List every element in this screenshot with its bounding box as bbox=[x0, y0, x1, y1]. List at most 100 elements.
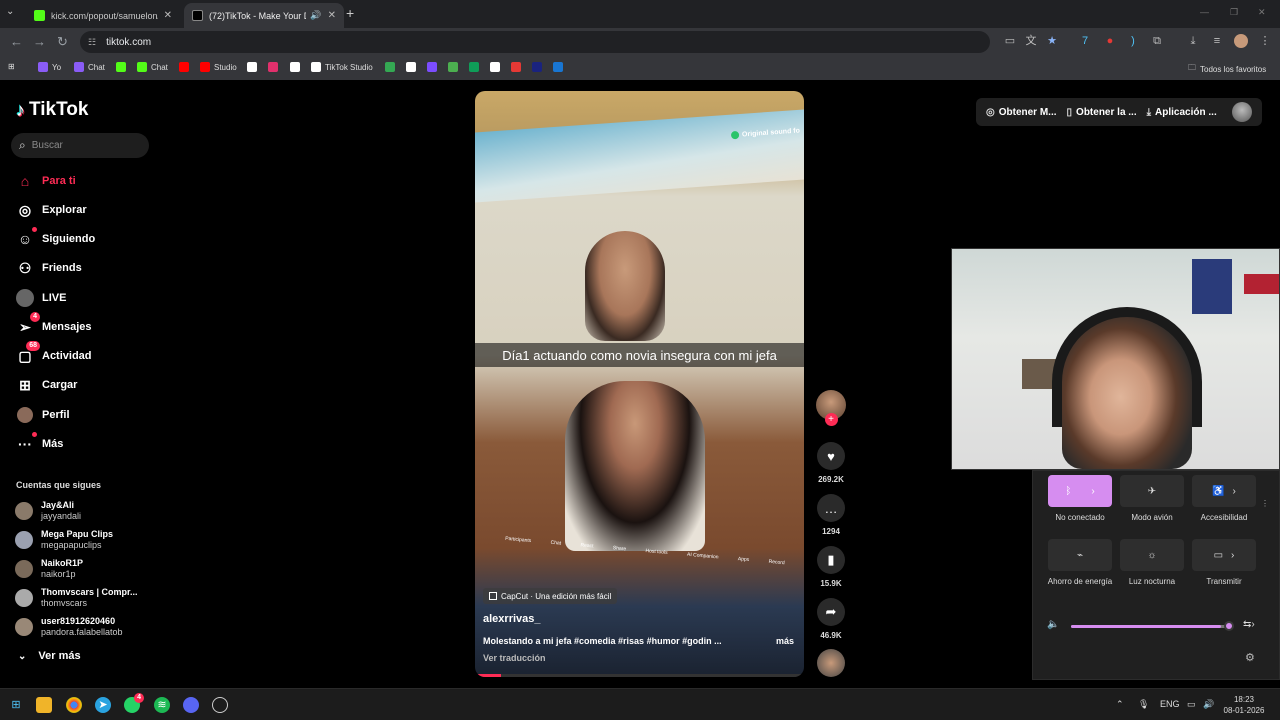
audio-output-icon[interactable]: ⇆› bbox=[1243, 619, 1255, 630]
bookmark-item[interactable]: Studio bbox=[200, 62, 237, 72]
speaker-icon[interactable]: 🔈 bbox=[1047, 619, 1059, 630]
system-clock[interactable]: 18:23 08-01-2026 bbox=[1222, 694, 1266, 716]
bookmark-item[interactable] bbox=[490, 62, 504, 72]
bookmark-item[interactable] bbox=[179, 62, 193, 72]
file-explorer-icon[interactable] bbox=[36, 697, 52, 713]
comment-button[interactable]: … 1294 bbox=[815, 494, 847, 536]
bookmark-item[interactable]: Chat bbox=[137, 62, 168, 72]
discord-icon[interactable] bbox=[183, 697, 199, 713]
tab-close-icon[interactable]: ✕ bbox=[328, 10, 336, 21]
video-progress-bar[interactable] bbox=[475, 674, 804, 677]
chevron-right-icon[interactable]: › bbox=[1091, 486, 1094, 497]
new-tab-button[interactable]: + bbox=[346, 5, 354, 21]
followed-account[interactable]: NaikoR1P naikor1p bbox=[15, 556, 83, 582]
nav-live[interactable]: LIVE bbox=[15, 288, 66, 308]
battery-saver-tile[interactable]: ⌁ bbox=[1048, 539, 1112, 571]
bookmark-item[interactable]: Yo bbox=[38, 62, 61, 72]
forward-icon[interactable]: → bbox=[33, 34, 46, 49]
video-player[interactable]: Original sound fo Día1 actuando como nov… bbox=[475, 91, 804, 677]
nav-messages[interactable]: ➢ 4 Mensajes bbox=[15, 312, 92, 337]
nav-activity[interactable]: ▢ 68 Actividad bbox=[15, 341, 92, 366]
save-button[interactable]: ▮ 15.9K bbox=[815, 546, 847, 588]
extensions-puzzle-icon[interactable]: ⧉ bbox=[1150, 34, 1164, 48]
nav-friends[interactable]: ⚇ Friends bbox=[15, 258, 82, 278]
like-button[interactable]: ♥ 269.2K bbox=[815, 442, 847, 484]
bookmark-item[interactable] bbox=[385, 62, 399, 72]
obs-icon[interactable] bbox=[212, 697, 228, 713]
airplane-mode-tile[interactable]: ✈ bbox=[1120, 475, 1184, 507]
see-more-button[interactable]: ⌄ Ver más bbox=[18, 650, 81, 662]
more-button[interactable]: más bbox=[776, 636, 794, 646]
bookmark-item[interactable] bbox=[406, 62, 420, 72]
bookmark-item[interactable] bbox=[116, 62, 130, 72]
nav-for-you[interactable]: ⌂ Para ti bbox=[15, 171, 76, 191]
volume-slider[interactable] bbox=[1071, 625, 1229, 628]
whatsapp-icon[interactable]: 4 bbox=[124, 693, 144, 713]
bookmark-item[interactable] bbox=[532, 62, 546, 72]
see-translation-button[interactable]: Ver traducción bbox=[483, 653, 546, 663]
profile-avatar-icon[interactable] bbox=[1234, 34, 1248, 48]
desktop-app-button[interactable]: ⤓ Aplicación ... bbox=[1147, 107, 1217, 118]
close-window-icon[interactable]: ✕ bbox=[1258, 7, 1266, 18]
translate-icon[interactable]: 文 bbox=[1024, 34, 1038, 48]
language-indicator[interactable]: ENG bbox=[1160, 699, 1180, 709]
settings-gear-icon[interactable]: ⚙ bbox=[1245, 651, 1255, 664]
bookmark-item[interactable]: TikTok Studio bbox=[311, 62, 373, 72]
nav-more[interactable]: ··· Más bbox=[15, 432, 63, 454]
start-windows-icon[interactable]: ⊞ bbox=[8, 697, 24, 713]
followed-account[interactable]: Jay&Ali jayyandali bbox=[15, 498, 81, 524]
extension-icon[interactable]: ) bbox=[1126, 34, 1140, 48]
chevron-right-icon[interactable]: › bbox=[1231, 550, 1234, 561]
volume-knob[interactable] bbox=[1224, 621, 1234, 631]
nav-following[interactable]: ☺ Siguiendo bbox=[15, 227, 95, 249]
bookmark-item[interactable] bbox=[290, 62, 304, 72]
tab-kick[interactable]: kick.com/popout/samuelon/ch ✕ bbox=[26, 3, 180, 28]
tab-tiktok[interactable]: (72)TikTok - Make Your Day 🔊 ✕ bbox=[184, 3, 344, 28]
get-app-button[interactable]: ▯ Obtener la ... bbox=[1067, 107, 1137, 118]
install-icon[interactable]: ▭ bbox=[1003, 34, 1017, 48]
network-icon[interactable]: ▭ bbox=[1187, 699, 1196, 710]
nav-explore[interactable]: ◎ Explorar bbox=[15, 200, 87, 220]
all-bookmarks[interactable]: 🗀 Todos los favoritos bbox=[1188, 62, 1266, 76]
menu-dots-icon[interactable]: ⋮ bbox=[1258, 34, 1272, 48]
media-icon[interactable]: ≡ bbox=[1210, 34, 1224, 48]
follow-plus-icon[interactable]: + bbox=[824, 413, 838, 426]
extension-icon[interactable]: ● bbox=[1103, 34, 1117, 48]
apps-grid-icon[interactable]: ⊞ bbox=[8, 62, 15, 71]
nav-profile[interactable]: Perfil bbox=[15, 405, 70, 425]
share-button[interactable]: ➦ 46.9K bbox=[815, 598, 847, 640]
nav-upload[interactable]: ⊞ Cargar bbox=[15, 375, 77, 395]
chrome-icon[interactable] bbox=[66, 697, 82, 713]
microphone-icon[interactable]: 🎙 bbox=[1138, 699, 1149, 710]
speaker-icon[interactable]: 🔊 bbox=[310, 10, 321, 21]
address-bar[interactable]: ☷ tiktok.com bbox=[80, 31, 990, 53]
bookmark-star-icon[interactable]: ★ bbox=[1045, 34, 1059, 48]
search-input[interactable]: ⌕ Buscar bbox=[11, 133, 149, 158]
bookmark-item[interactable] bbox=[268, 62, 282, 72]
spotify-icon[interactable]: ≋ bbox=[154, 697, 170, 713]
tiktok-logo[interactable]: ♪ TikTok bbox=[16, 99, 88, 121]
reload-icon[interactable]: ↻ bbox=[57, 34, 68, 50]
bookmark-item[interactable] bbox=[427, 62, 441, 72]
bookmark-item[interactable] bbox=[247, 62, 261, 72]
back-icon[interactable]: ← bbox=[10, 34, 23, 49]
bookmark-item[interactable] bbox=[511, 62, 525, 72]
chevron-right-icon[interactable]: › bbox=[1233, 486, 1236, 497]
bookmark-item[interactable]: Chat bbox=[74, 62, 105, 72]
cast-tile[interactable]: ▭ › bbox=[1192, 539, 1256, 571]
creator-avatar[interactable]: + bbox=[815, 390, 847, 426]
telegram-icon[interactable]: ➤ bbox=[95, 697, 111, 713]
capcut-tag[interactable]: CapCut · Una edición más fácil bbox=[483, 588, 618, 604]
followed-account[interactable]: user81912620460 pandora.falabellatob bbox=[15, 614, 123, 640]
volume-icon[interactable]: 🔊 bbox=[1203, 699, 1214, 710]
minimize-icon[interactable]: — bbox=[1200, 7, 1209, 17]
extension-icon[interactable]: 7 bbox=[1078, 34, 1092, 48]
followed-account[interactable]: Thomvscars | Compr... thomvscars bbox=[15, 585, 138, 611]
maximize-icon[interactable]: ❐ bbox=[1230, 7, 1238, 18]
followed-account[interactable]: Mega Papu Clips megapapuclips bbox=[15, 527, 113, 553]
accessibility-tile[interactable]: ♿ › bbox=[1192, 475, 1256, 507]
tray-chevron-up-icon[interactable]: ⌃ bbox=[1116, 699, 1124, 710]
download-icon[interactable]: ⤓ bbox=[1186, 34, 1200, 48]
sound-disc[interactable] bbox=[815, 649, 847, 677]
page-dots-icon[interactable]: ⋮ bbox=[1261, 499, 1269, 508]
